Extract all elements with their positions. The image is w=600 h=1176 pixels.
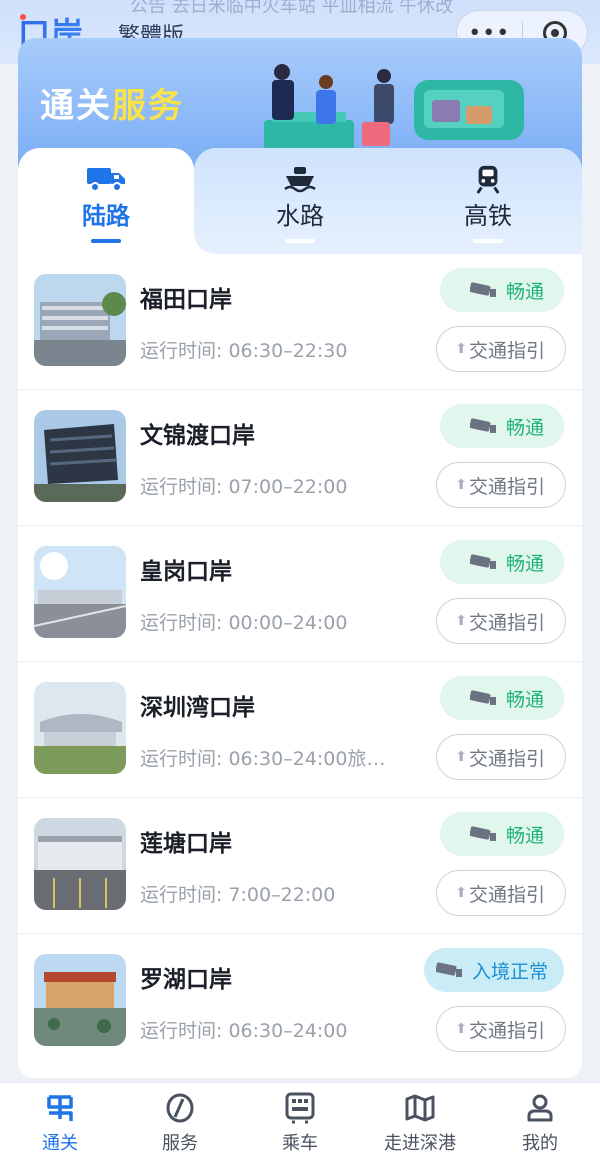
operating-hours: 运行时间: 06:30–22:30 xyxy=(140,340,348,362)
status-label: 畅通 xyxy=(505,552,544,575)
traffic-status-badge[interactable]: 畅通 xyxy=(439,676,564,720)
train-icon xyxy=(476,165,500,194)
tab-indicator xyxy=(91,239,121,243)
nav-service[interactable]: 服务 xyxy=(120,1083,240,1176)
map-icon xyxy=(405,1094,435,1122)
operating-hours: 运行时间: 7:00–22:00 xyxy=(140,884,336,906)
traffic-guide-button[interactable]: ⬆ 交通指引 xyxy=(436,870,566,916)
tab-label: 陆路 xyxy=(82,202,130,230)
traffic-guide-button[interactable]: ⬆ 交通指引 xyxy=(436,326,566,372)
banner-title: 通关服务 xyxy=(40,78,184,127)
traffic-guide-button[interactable]: ⬆ 交通指引 xyxy=(436,462,566,508)
traffic-status-badge[interactable]: 畅通 xyxy=(439,812,564,856)
port-thumbnail xyxy=(34,410,126,502)
traffic-guide-button[interactable]: ⬆ 交通指引 xyxy=(436,598,566,644)
list-item-huanggang[interactable]: 皇岗口岸 运行时间: 00:00–24:00 畅通 ⬆ 交通指引 xyxy=(18,526,582,662)
nav-label: 服务 xyxy=(162,1133,198,1154)
nav-label: 乘车 xyxy=(282,1133,318,1154)
list-item-futian[interactable]: 福田口岸 运行时间: 06:30–22:30 畅通 ⬆ 交通指引 xyxy=(18,254,582,390)
announcement-marquee[interactable]: 公告 去日米临中火车站 平皿相流 午休改 xyxy=(130,0,453,18)
status-label: 入境正常 xyxy=(471,960,548,983)
up-arrow-icon: ⬆ xyxy=(455,341,467,357)
guide-label: 交通指引 xyxy=(468,747,545,770)
transport-tabs: 陆路 水路 高铁 xyxy=(18,148,582,254)
nav-ride[interactable]: 乘车 xyxy=(240,1083,360,1176)
customs-illustration xyxy=(264,64,524,156)
operating-hours: 运行时间: 06:30–24:00 xyxy=(140,1020,348,1042)
operating-hours: 运行时间: 07:00–22:00 xyxy=(140,476,348,498)
list-item-luohu[interactable]: 罗湖口岸 运行时间: 06:30–24:00 入境正常 ⬆ 交通指引 xyxy=(18,934,582,1070)
list-item-shenzhen-bay[interactable]: 深圳湾口岸 运行时间: 06:30–24:00旅… 畅通 ⬆ 交通指引 xyxy=(18,662,582,798)
up-arrow-icon: ⬆ xyxy=(455,749,467,765)
port-name: 皇岗口岸 xyxy=(140,559,232,585)
port-thumbnail xyxy=(34,546,126,638)
entry-status-badge[interactable]: 入境正常 xyxy=(423,948,564,992)
port-thumbnail xyxy=(34,818,126,910)
guide-label: 交通指引 xyxy=(468,611,545,634)
bottom-navigation: 通关 服务 乘车 走进深港 我的 xyxy=(0,1082,600,1176)
nav-explore[interactable]: 走进深港 xyxy=(360,1083,480,1176)
port-list: 福田口岸 运行时间: 06:30–22:30 畅通 ⬆ 交通指引 文锦渡口岸 运… xyxy=(18,254,582,1078)
guide-label: 交通指引 xyxy=(468,1019,545,1042)
status-label: 畅通 xyxy=(505,824,544,847)
banner-title-part1: 通关 xyxy=(40,86,112,126)
status-label: 畅通 xyxy=(505,688,544,711)
list-item-liantang[interactable]: 莲塘口岸 运行时间: 7:00–22:00 畅通 ⬆ 交通指引 xyxy=(18,798,582,934)
tab-label: 水路 xyxy=(276,202,324,230)
ship-icon xyxy=(284,167,316,193)
status-label: 畅通 xyxy=(505,416,544,439)
status-label: 畅通 xyxy=(505,280,544,303)
tab-land[interactable]: 陆路 xyxy=(18,148,194,254)
nav-mine[interactable]: 我的 xyxy=(480,1083,600,1176)
up-arrow-icon: ⬆ xyxy=(455,1021,467,1037)
logo-dot-icon xyxy=(20,14,26,20)
truck-icon xyxy=(87,168,125,192)
port-thumbnail xyxy=(34,682,126,774)
traffic-status-badge[interactable]: 畅通 xyxy=(439,540,564,584)
camera-icon xyxy=(469,826,496,841)
camera-icon xyxy=(469,690,496,705)
up-arrow-icon: ⬆ xyxy=(455,477,467,493)
port-name: 莲塘口岸 xyxy=(140,831,232,857)
camera-icon xyxy=(435,962,462,977)
up-arrow-icon: ⬆ xyxy=(455,885,467,901)
list-item-wenjindu[interactable]: 文锦渡口岸 运行时间: 07:00–22:00 畅通 ⬆ 交通指引 xyxy=(18,390,582,526)
nav-label: 通关 xyxy=(42,1133,78,1154)
port-name: 深圳湾口岸 xyxy=(140,695,255,721)
nav-label: 我的 xyxy=(522,1133,558,1154)
tab-indicator xyxy=(285,239,315,243)
guide-label: 交通指引 xyxy=(468,339,545,362)
service-icon xyxy=(166,1093,194,1123)
banner-title-part2: 服务 xyxy=(112,86,184,126)
camera-icon xyxy=(469,418,496,433)
operating-hours: 运行时间: 06:30–24:00旅… xyxy=(140,748,386,770)
traffic-status-badge[interactable]: 畅通 xyxy=(439,404,564,448)
port-name: 文锦渡口岸 xyxy=(140,423,255,449)
port-name: 福田口岸 xyxy=(140,287,232,313)
guide-label: 交通指引 xyxy=(468,883,545,906)
camera-icon xyxy=(469,282,496,297)
up-arrow-icon: ⬆ xyxy=(455,613,467,629)
nav-label: 走进深港 xyxy=(384,1133,456,1154)
port-thumbnail xyxy=(34,274,126,366)
guide-label: 交通指引 xyxy=(468,475,545,498)
traffic-guide-button[interactable]: ⬆ 交通指引 xyxy=(436,734,566,780)
camera-icon xyxy=(469,554,496,569)
person-icon xyxy=(527,1094,553,1122)
tab-highspeed-rail[interactable]: 高铁 xyxy=(400,148,576,254)
traffic-guide-button[interactable]: ⬆ 交通指引 xyxy=(436,1006,566,1052)
tab-indicator xyxy=(473,239,503,243)
tab-label: 高铁 xyxy=(464,202,512,230)
bus-qr-icon xyxy=(285,1092,315,1124)
traffic-status-badge[interactable]: 畅通 xyxy=(439,268,564,312)
tab-water[interactable]: 水路 xyxy=(212,148,388,254)
nav-customs[interactable]: 通关 xyxy=(0,1083,120,1176)
operating-hours: 运行时间: 00:00–24:00 xyxy=(140,612,348,634)
port-thumbnail xyxy=(34,954,126,1046)
customs-icon xyxy=(47,1095,73,1121)
port-name: 罗湖口岸 xyxy=(140,967,232,993)
